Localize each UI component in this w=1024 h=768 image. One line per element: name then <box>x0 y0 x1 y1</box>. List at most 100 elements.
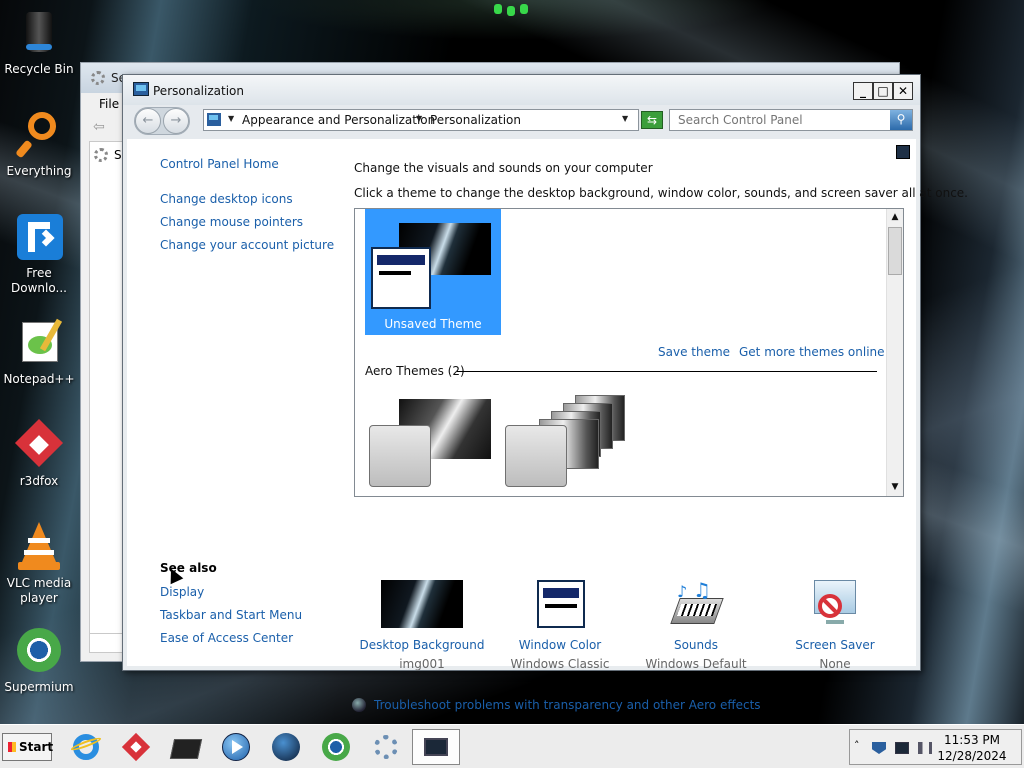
link-change-mouse-pointers[interactable]: Change mouse pointers <box>160 215 303 229</box>
desktop-icon-free-download[interactable]: Free Downlo... <box>0 212 78 296</box>
close-button[interactable]: ✕ <box>893 82 913 100</box>
link-taskbar-start-menu[interactable]: Taskbar and Start Menu <box>160 608 302 622</box>
r3dfox-icon[interactable] <box>120 731 152 763</box>
option-name[interactable]: Desktop Background <box>352 638 492 652</box>
desktop-icon-supermium[interactable]: Supermium <box>0 626 78 695</box>
option-screen-saver[interactable]: Screen Saver None <box>765 580 905 671</box>
breadcrumb-item-personalization[interactable]: Personalization <box>430 113 521 127</box>
back-button[interactable]: ← <box>135 108 161 134</box>
taskbar-item-personalization[interactable] <box>412 729 460 765</box>
page-subtitle: Click a theme to change the desktop back… <box>354 186 968 200</box>
r3dfox-icon <box>14 418 64 470</box>
system-tray: ˄ 11:53 PM 12/28/2024 <box>849 729 1022 765</box>
window-color-swatch <box>371 247 431 309</box>
theme-gallery[interactable]: Unsaved Theme Save theme Get more themes… <box>354 208 904 497</box>
screen-saver-icon <box>794 580 876 628</box>
desktop-icon-label: r3dfox <box>19 474 59 488</box>
start-button[interactable]: Start <box>2 733 53 761</box>
control-panel-icon <box>207 113 221 126</box>
menu-file-label: File <box>99 97 120 111</box>
forward-arrow-icon: → <box>170 113 182 128</box>
back-arrow-icon[interactable]: ⇦ <box>93 120 111 134</box>
search-box[interactable]: ⚲ <box>669 109 913 131</box>
ie-icon[interactable] <box>69 731 103 763</box>
forward-button[interactable]: → <box>163 108 189 134</box>
theme-unsaved[interactable]: Unsaved Theme <box>365 209 501 335</box>
shield-icon[interactable] <box>872 742 886 754</box>
glass-color-swatch <box>369 425 431 487</box>
option-name[interactable]: Sounds <box>626 638 766 652</box>
desktop-icon-notepad-plus[interactable]: Notepad++ <box>0 318 78 387</box>
theme-aero-2[interactable] <box>505 393 629 489</box>
clock-time[interactable]: 11:53 PM <box>932 733 1012 747</box>
top-glow-decoration <box>494 4 528 16</box>
page-title: Change the visuals and sounds on your co… <box>354 161 653 175</box>
breadcrumb-item-appearance[interactable]: Appearance and Personalization <box>242 113 435 127</box>
group-title: Aero Themes (2) <box>365 364 465 378</box>
option-name[interactable]: Window Color <box>490 638 630 652</box>
chevron-down-icon[interactable]: ▼ <box>416 114 422 123</box>
link-ease-of-access[interactable]: Ease of Access Center <box>160 631 293 645</box>
supermium-icon <box>14 626 64 676</box>
option-value: Windows Default <box>645 657 747 671</box>
gear-icon <box>91 71 105 85</box>
chevron-down-icon[interactable]: ▼ <box>228 114 234 123</box>
clock-date[interactable]: 12/28/2024 <box>932 749 1012 763</box>
option-sounds[interactable]: ♫ ♪ Sounds Windows Default <box>626 580 766 671</box>
link-get-more-themes[interactable]: Get more themes online <box>739 345 885 359</box>
breadcrumb[interactable]: ▼ Appearance and Personalization ▼ Perso… <box>203 109 639 131</box>
search-input[interactable] <box>670 110 890 130</box>
gallery-scrollbar[interactable]: ▲ ▼ <box>886 209 903 496</box>
media-player-icon[interactable] <box>220 731 252 763</box>
option-window-color[interactable]: Window Color Windows Classic <box>490 580 630 671</box>
scroll-up-icon[interactable]: ▲ <box>887 209 903 226</box>
desktop-icon-label: Recycle Bin <box>4 62 74 76</box>
refresh-button[interactable]: ⇆ <box>641 111 663 129</box>
address-bar: ← → ▼ Appearance and Personalization ▼ P… <box>123 105 920 139</box>
window-color-icon <box>519 580 601 628</box>
troubleshoot-label: Troubleshoot problems with transparency … <box>374 698 761 712</box>
option-value: img001 <box>399 657 445 671</box>
troubleshoot-icon <box>352 698 366 712</box>
option-name[interactable]: Screen Saver <box>765 638 905 652</box>
notepad-plus-icon <box>14 318 64 368</box>
gear-icon[interactable] <box>370 731 402 763</box>
free-download-icon <box>14 212 64 262</box>
desktop-icon-label: VLC media player <box>6 576 72 605</box>
option-desktop-background[interactable]: Desktop Background img001 <box>352 580 492 671</box>
theme-aero-1[interactable] <box>369 397 493 489</box>
desktop-icon-vlc[interactable]: VLC media player <box>0 522 78 606</box>
help-icon[interactable] <box>896 145 910 159</box>
search-icon[interactable]: ⚲ <box>890 110 912 130</box>
volume-icon[interactable] <box>918 742 932 754</box>
desktop-icon-everything[interactable]: Everything <box>0 110 78 179</box>
desktop-icon-r3dfox[interactable]: r3dfox <box>0 418 78 489</box>
back-arrow-icon: ← <box>142 113 154 128</box>
link-change-desktop-icons[interactable]: Change desktop icons <box>160 192 293 206</box>
link-change-account-picture[interactable]: Change your account picture <box>160 238 334 252</box>
link-save-theme[interactable]: Save theme <box>658 345 730 359</box>
desktop-icon-recycle-bin[interactable]: Recycle Bin <box>0 8 78 77</box>
option-value: None <box>819 657 851 671</box>
gear-icon <box>94 148 108 162</box>
link-control-panel-home[interactable]: Control Panel Home <box>160 157 279 171</box>
supermium-icon[interactable] <box>320 731 352 763</box>
scrollbar-thumb[interactable] <box>888 227 902 275</box>
globe-icon[interactable] <box>270 731 302 763</box>
window-titlebar[interactable]: Personalization _ □ ✕ <box>123 75 920 105</box>
maximize-button[interactable]: □ <box>873 82 893 100</box>
monitor-icon <box>424 738 448 756</box>
sounds-icon: ♫ ♪ <box>655 580 737 628</box>
scroll-down-icon[interactable]: ▼ <box>887 479 903 496</box>
desktop-background-icon <box>381 580 463 628</box>
personalization-window[interactable]: Personalization _ □ ✕ ← → ▼ Appearance a… <box>122 74 968 712</box>
content-area: Control Panel Home Change desktop icons … <box>127 139 968 712</box>
group-divider <box>457 371 877 372</box>
minimize-button[interactable]: _ <box>853 82 873 100</box>
network-icon[interactable] <box>895 742 909 754</box>
link-display[interactable]: Display <box>160 585 204 599</box>
desktop-icon-label: Supermium <box>4 680 74 694</box>
app-box-icon[interactable] <box>169 731 203 763</box>
chevron-up-icon[interactable]: ˄ <box>854 739 860 752</box>
history-dropdown-icon[interactable]: ▼ <box>622 114 628 123</box>
